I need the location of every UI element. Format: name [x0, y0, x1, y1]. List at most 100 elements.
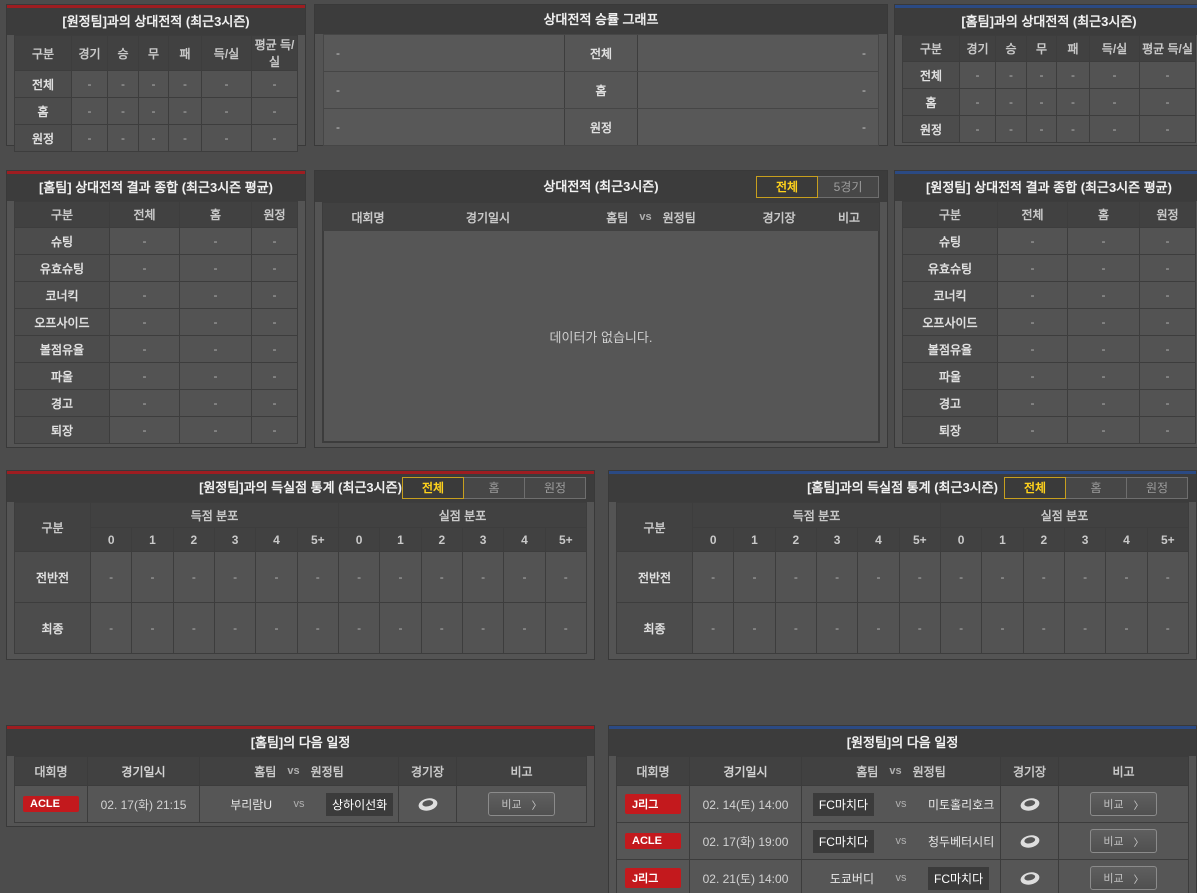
column-header: 경기장	[1000, 757, 1058, 785]
tab-group: 전체 5경기	[756, 175, 879, 198]
stat-cell: -	[503, 602, 546, 654]
stat-cell: -	[939, 602, 983, 654]
column-header: 구분	[14, 201, 110, 228]
column-header: 원정팀	[912, 764, 946, 779]
compare-label: 비교	[501, 799, 522, 811]
stat-cell: -	[898, 551, 941, 603]
tab-home[interactable]: 홈	[464, 477, 525, 499]
stat-cell: -	[109, 308, 180, 336]
bin-header: 4	[857, 527, 900, 552]
tab-5games[interactable]: 5경기	[818, 175, 879, 198]
stat-cell: -	[71, 97, 108, 125]
stadium-icon[interactable]	[1017, 868, 1042, 887]
bin-header: 2	[172, 527, 215, 552]
stat-cell: -	[857, 602, 900, 654]
stat-cell: -	[89, 602, 133, 654]
home-team: 도쿄버디	[829, 871, 874, 886]
table-row: 오프사이드 - - -	[14, 308, 298, 336]
table-row: 코너킥 - - -	[902, 281, 1196, 309]
stat-cell: -	[544, 602, 588, 654]
match-datetime: 02. 17(화) 21:15	[87, 786, 199, 822]
stat-cell: -	[420, 551, 463, 603]
stat-cell: -	[179, 308, 252, 336]
table-row: 전체 - - - - - -	[902, 61, 1196, 89]
home-team: FC마치다	[812, 792, 874, 816]
stadium-cell	[398, 786, 456, 822]
match-list: 대회명 경기일시 홈팀 vs 원정팀 경기장 비고 데이터가 없습니다.	[322, 202, 880, 443]
empty-message: 데이터가 없습니다.	[323, 231, 879, 442]
table-row: 오프사이드 - - -	[902, 308, 1196, 336]
compare-label: 비교	[1103, 873, 1124, 885]
tab-all[interactable]: 전체	[756, 175, 818, 198]
stat-cell: -	[691, 551, 735, 603]
compare-button[interactable]: 비교 〉	[1090, 792, 1157, 816]
column-header: 홈팀	[606, 210, 629, 225]
column-header: 득/실	[1089, 35, 1140, 62]
bin-header: 0	[691, 527, 735, 552]
compare-button[interactable]: 비교 〉	[1090, 866, 1157, 890]
row-label: 코너킥	[902, 281, 998, 309]
stadium-cell	[1000, 860, 1058, 893]
table-row: 구분 경기 승 무 패 득/실 평균 득/실	[14, 35, 298, 71]
home-team: 부리람U	[230, 797, 272, 812]
stat-cell: -	[1105, 602, 1148, 654]
table-row: 최종 ------ ------	[14, 602, 588, 654]
graph-center-label: 홈	[564, 72, 638, 108]
stadium-icon[interactable]	[1017, 831, 1042, 850]
graph-center-label: 원정	[564, 109, 638, 145]
stat-cell: -	[733, 602, 776, 654]
stat-cell: -	[1026, 115, 1057, 143]
chevron-right-icon: 〉	[1133, 800, 1144, 812]
panel-home-schedule: [홈팀]의 다음 일정 대회명 경기일시 홈팀 vs 원정팀 경기장 비고 AC…	[6, 725, 595, 827]
stat-cell: -	[1026, 61, 1057, 89]
stat-cell: -	[544, 551, 588, 603]
stat-cell: -	[1063, 602, 1107, 654]
group-header: 실점 분포	[337, 502, 588, 528]
tab-all[interactable]: 전체	[1004, 477, 1066, 499]
panel-title-text: [홈팀]과의 득실점 통계 (최근3시즌)	[807, 480, 998, 495]
compare-button[interactable]: 비교 〉	[488, 792, 555, 816]
tab-away[interactable]: 원정	[1127, 477, 1188, 499]
tab-group: 전체 홈 원정	[402, 477, 586, 499]
stat-cell: -	[1026, 88, 1057, 116]
tab-all[interactable]: 전체	[402, 477, 464, 499]
tab-home[interactable]: 홈	[1066, 477, 1127, 499]
tab-away[interactable]: 원정	[525, 477, 586, 499]
compare-button[interactable]: 비교 〉	[1090, 829, 1157, 853]
stat-cell: -	[109, 362, 180, 390]
note-cell: 비교 〉	[1058, 786, 1188, 822]
stat-cell: -	[172, 551, 215, 603]
match-datetime: 02. 21(토) 14:00	[689, 860, 801, 893]
stadium-icon[interactable]	[415, 794, 440, 813]
away-team-wrap: 미토홀리호크	[918, 796, 1000, 813]
stat-cell: -	[337, 551, 381, 603]
teams-cell: FC마치다 vs 미토홀리호크	[801, 786, 1000, 822]
panel-body: 대회명 경기일시 홈팀 vs 원정팀 경기장 비고 ACLE 02. 17(화)…	[7, 756, 594, 829]
panel-h2h-matches: 상대전적 (최근3시즌) 전체 5경기 대회명 경기일시 홈팀 vs 원정팀 경…	[314, 170, 888, 448]
stat-cell: -	[109, 227, 180, 255]
stat-cell: -	[1067, 416, 1140, 444]
stat-cell: -	[898, 602, 941, 654]
row-label: 오프사이드	[14, 308, 110, 336]
column-header: 평균 득/실	[1139, 35, 1196, 62]
league-badge: J리그	[625, 868, 681, 888]
table-row: 볼점유율 - - -	[14, 335, 298, 363]
stat-cell: -	[1139, 335, 1196, 363]
stat-cell: -	[815, 602, 859, 654]
schedule-header: 대회명 경기일시 홈팀 vs 원정팀 경기장 비고	[617, 757, 1188, 785]
stat-cell: -	[179, 362, 252, 390]
row-label: 경고	[902, 389, 998, 417]
row-label: 전반전	[14, 551, 91, 603]
stadium-icon[interactable]	[1017, 794, 1042, 813]
stat-cell: -	[1089, 88, 1140, 116]
teams-cell: FC마치다 vs 청두베터시티	[801, 823, 1000, 859]
bin-header: 3	[461, 527, 505, 552]
row-label: 볼점유율	[902, 335, 998, 363]
column-header: 전체	[109, 201, 180, 228]
table-row: 슈팅 - - -	[902, 227, 1196, 255]
stat-cell: -	[1056, 88, 1090, 116]
stat-cell: -	[1089, 61, 1140, 89]
stat-cell: -	[201, 124, 252, 152]
stat-cell: -	[255, 602, 298, 654]
table-row: 구분 득점 분포 실점 분포	[14, 502, 588, 552]
